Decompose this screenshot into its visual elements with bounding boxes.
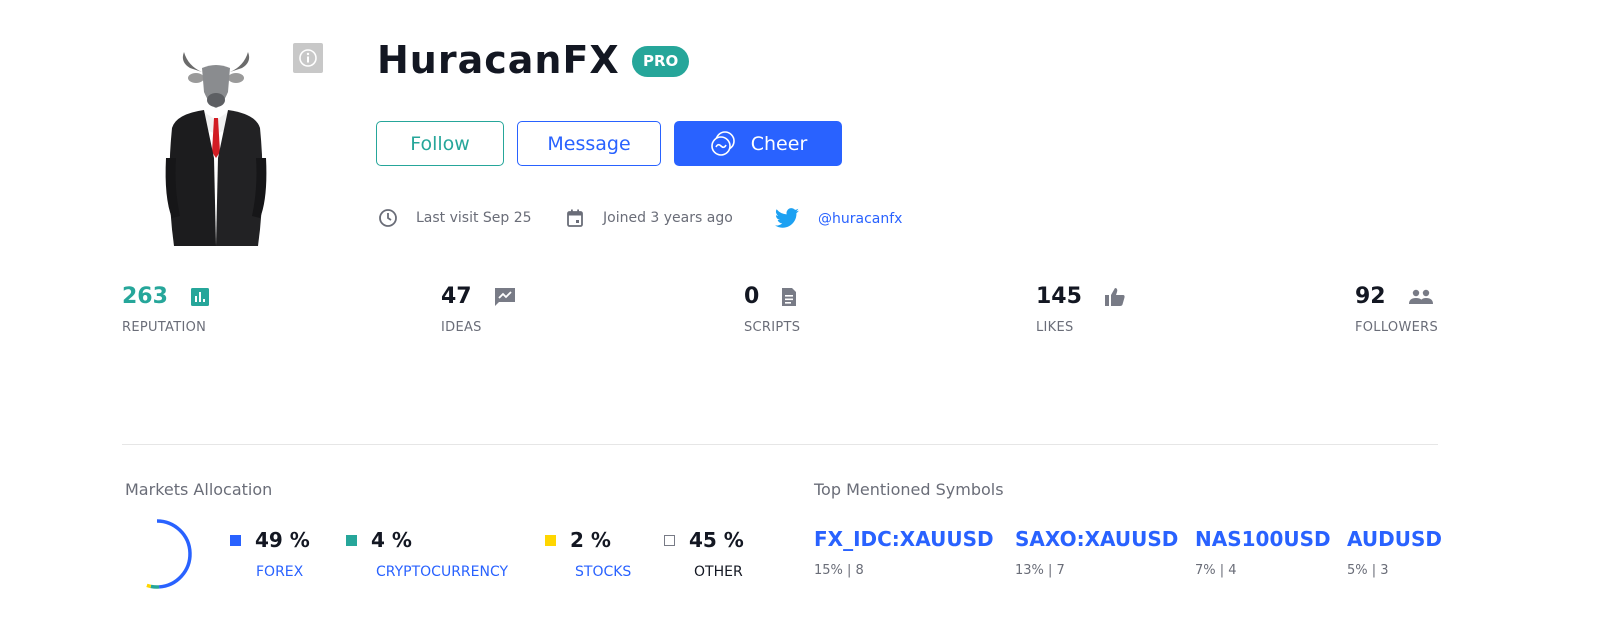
symbol-link[interactable]: SAXO:XAUUSD <box>1015 527 1178 551</box>
donut-slice-stocks <box>146 583 152 589</box>
allocation-label: STOCKS <box>575 564 632 580</box>
symbol-stat: 5% | 3 <box>1347 563 1389 578</box>
stat-reputation[interactable]: 263 REPUTATION <box>122 284 210 335</box>
pro-badge: PRO <box>632 46 690 77</box>
allocation-other[interactable]: 45 % OTHER <box>664 528 744 580</box>
last-visit-text: Last visit Sep 25 <box>416 210 532 226</box>
allocation-label: OTHER <box>694 564 743 580</box>
stat-value: 145 <box>1036 284 1082 309</box>
calendar-icon <box>567 209 583 227</box>
stat-value: 47 <box>441 284 472 309</box>
allocation-stocks[interactable]: 2 % STOCKS <box>545 528 631 580</box>
stat-followers[interactable]: 92 FOLLOWERS <box>1355 284 1438 335</box>
cheer-button[interactable]: Cheer <box>674 121 842 166</box>
allocation-crypto[interactable]: 4 % CRYPTOCURRENCY <box>346 528 508 580</box>
allocation-pct: 49 % <box>255 528 310 552</box>
thumbs-up-icon <box>1104 287 1125 306</box>
symbol-stat: 7% | 4 <box>1195 563 1237 578</box>
last-visit: Last visit Sep 25 <box>378 208 532 228</box>
allocation-pct: 4 % <box>371 528 412 552</box>
info-button[interactable] <box>293 43 323 73</box>
twitter-handle: @huracanfx <box>818 211 903 227</box>
twitter-icon <box>775 208 799 228</box>
legend-swatch <box>664 534 675 546</box>
allocation-donut-chart <box>135 519 192 589</box>
info-icon <box>299 49 317 67</box>
allocation-label: CRYPTOCURRENCY <box>376 564 509 580</box>
stat-label: IDEAS <box>441 320 482 335</box>
symbol-stat: 13% | 7 <box>1015 563 1065 578</box>
follow-button[interactable]: Follow <box>376 121 504 166</box>
top-symbols-title: Top Mentioned Symbols <box>814 480 1004 499</box>
stat-scripts[interactable]: 0 SCRIPTS <box>744 284 800 335</box>
markets-allocation-title: Markets Allocation <box>125 480 273 499</box>
allocation-label: FOREX <box>256 564 304 580</box>
stat-label: REPUTATION <box>122 320 207 335</box>
symbol-item[interactable]: FX_IDC:XAUUSD 15% | 8 <box>814 527 994 578</box>
people-icon <box>1408 289 1433 304</box>
donut-slice-forex <box>156 519 192 589</box>
document-icon <box>782 287 797 306</box>
stat-value: 0 <box>744 284 760 309</box>
symbol-link[interactable]: FX_IDC:XAUUSD <box>814 527 994 551</box>
allocation-pct: 45 % <box>689 528 744 552</box>
stat-value: 263 <box>122 284 168 309</box>
symbol-stat: 15% | 8 <box>814 563 864 578</box>
allocation-pct: 2 % <box>570 528 611 552</box>
message-button[interactable]: Message <box>517 121 661 166</box>
username: HuracanFX <box>377 38 620 82</box>
stat-label: SCRIPTS <box>744 320 801 335</box>
stat-value: 92 <box>1355 284 1386 309</box>
symbol-link[interactable]: NAS100USD <box>1195 527 1331 551</box>
stat-ideas[interactable]: 47 IDEAS <box>441 284 516 335</box>
joined-text: Joined 3 years ago <box>603 210 733 226</box>
symbol-item[interactable]: SAXO:XAUUSD 13% | 7 <box>1015 527 1178 578</box>
symbol-item[interactable]: AUDUSD 5% | 3 <box>1347 527 1442 578</box>
ideas-chart-icon <box>494 287 515 306</box>
avatar <box>165 52 267 246</box>
stat-likes[interactable]: 145 LIKES <box>1036 284 1126 335</box>
clock-icon <box>379 209 397 227</box>
symbol-link[interactable]: AUDUSD <box>1347 527 1442 551</box>
legend-swatch <box>230 534 241 546</box>
twitter-link[interactable]: @huracanfx <box>774 208 902 230</box>
legend-swatch <box>545 534 556 546</box>
bar-chart-icon <box>190 287 209 306</box>
donut-slice-other <box>135 519 158 588</box>
symbol-item[interactable]: NAS100USD 7% | 4 <box>1195 527 1331 578</box>
stat-label: FOLLOWERS <box>1355 320 1439 335</box>
cheer-label: Cheer <box>750 132 808 155</box>
donut-slice-cryptocurrency <box>150 584 160 589</box>
allocation-forex[interactable]: 49 % FOREX <box>230 528 310 580</box>
joined: Joined 3 years ago <box>565 208 733 228</box>
legend-swatch <box>346 534 357 546</box>
cheer-coins-icon <box>710 130 735 156</box>
stat-label: LIKES <box>1036 320 1074 335</box>
section-divider <box>122 444 1438 445</box>
